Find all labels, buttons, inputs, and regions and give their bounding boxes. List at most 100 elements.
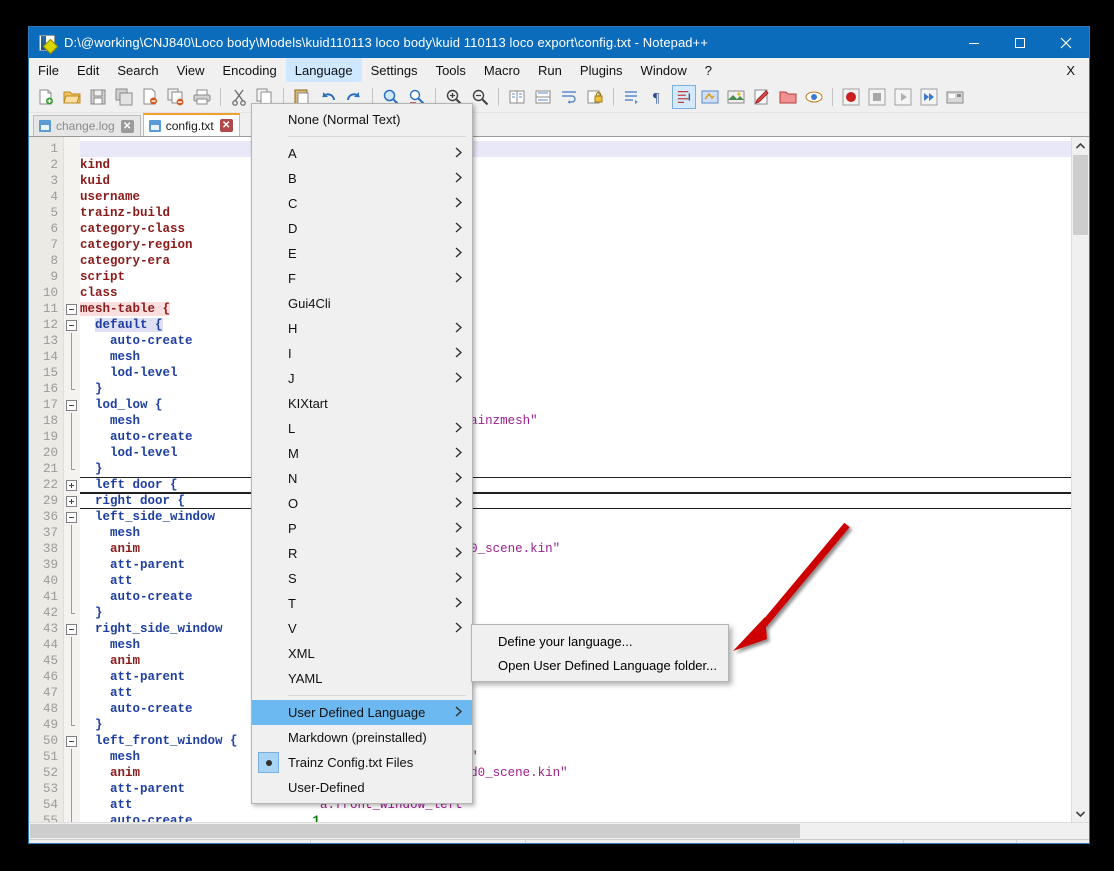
close-document-button[interactable]: X <box>1066 58 1075 82</box>
pilcrow-icon[interactable]: ¶ <box>646 85 670 109</box>
menu-item-p[interactable]: P <box>252 516 472 541</box>
sync-horizontal-icon[interactable] <box>531 85 555 109</box>
editor-horizontal-scrollbar[interactable] <box>29 822 1089 839</box>
fold-cell[interactable] <box>64 493 80 509</box>
menu-item-none-normal-text[interactable]: None (Normal Text) <box>252 107 472 132</box>
lock-icon[interactable] <box>583 85 607 109</box>
submenu-item-define-your-language[interactable]: Define your language... <box>472 629 728 653</box>
menu-item-j[interactable]: J <box>252 366 472 391</box>
fold-margin[interactable] <box>63 137 80 822</box>
macro-record-icon[interactable] <box>839 85 863 109</box>
menu-macro[interactable]: Macro <box>475 58 529 82</box>
tab-change-log[interactable]: change.log ✕ <box>33 115 141 136</box>
indent-guide-icon[interactable] <box>620 85 644 109</box>
scrollbar-thumb[interactable] <box>1073 155 1088 235</box>
macro-stop-icon[interactable] <box>865 85 889 109</box>
menu-window[interactable]: Window <box>632 58 696 82</box>
menu-item-m[interactable]: M <box>252 441 472 466</box>
fold-collapse-icon[interactable] <box>66 512 77 523</box>
menu-item-t[interactable]: T <box>252 591 472 616</box>
macro-play-multi-icon[interactable] <box>917 85 941 109</box>
menu-language[interactable]: Language <box>285 58 362 82</box>
sync-vertical-icon[interactable] <box>505 85 529 109</box>
menu-settings[interactable]: Settings <box>362 58 427 82</box>
fold-cell[interactable] <box>64 317 80 333</box>
menu-plugins[interactable]: Plugins <box>571 58 632 82</box>
fold-cell[interactable] <box>64 397 80 413</box>
open-file-icon[interactable] <box>60 85 84 109</box>
new-file-icon[interactable] <box>34 85 58 109</box>
menu-item-h[interactable]: H <box>252 316 472 341</box>
folder-workspace-icon[interactable] <box>776 85 800 109</box>
scroll-down-icon[interactable] <box>1072 805 1089 822</box>
fold-collapse-icon[interactable] <box>66 736 77 747</box>
scroll-up-icon[interactable] <box>1072 137 1089 154</box>
menu-run[interactable]: Run <box>529 58 571 82</box>
fold-expand-icon[interactable] <box>66 480 77 491</box>
fold-collapse-icon[interactable] <box>66 400 77 411</box>
scrollbar-thumb[interactable] <box>30 824 800 838</box>
macro-play-icon[interactable] <box>891 85 915 109</box>
menu-edit[interactable]: Edit <box>68 58 108 82</box>
function-list-icon[interactable] <box>750 85 774 109</box>
all-chars-icon[interactable] <box>672 85 696 109</box>
menu-help[interactable]: ? <box>696 58 721 82</box>
menu-view[interactable]: View <box>168 58 214 82</box>
close-file-icon[interactable] <box>138 85 162 109</box>
user-language-icon[interactable] <box>698 85 722 109</box>
close-all-icon[interactable] <box>164 85 188 109</box>
fold-cell[interactable] <box>64 733 80 749</box>
menu-item-gui4cli[interactable]: Gui4Cli <box>252 291 472 316</box>
menu-item-d[interactable]: D <box>252 216 472 241</box>
minimize-button[interactable] <box>951 27 997 58</box>
menu-item-o[interactable]: O <box>252 491 472 516</box>
menu-item-n[interactable]: N <box>252 466 472 491</box>
menu-item-v[interactable]: V <box>252 616 472 641</box>
language-menu-dropdown[interactable]: None (Normal Text) A B C D E F Gui4Cli H I J KIXtar… <box>251 103 473 804</box>
save-all-icon[interactable] <box>112 85 136 109</box>
document-map-icon[interactable] <box>724 85 748 109</box>
menu-file[interactable]: File <box>29 58 68 82</box>
fold-cell[interactable] <box>64 477 80 493</box>
tab-close-icon[interactable]: ✕ <box>219 119 233 132</box>
menu-item-r[interactable]: R <box>252 541 472 566</box>
fold-collapse-icon[interactable] <box>66 304 77 315</box>
menu-tools[interactable]: Tools <box>427 58 475 82</box>
fold-collapse-icon[interactable] <box>66 320 77 331</box>
submenu-item-open-user-defined-language-folder[interactable]: Open User Defined Language folder... <box>472 653 728 677</box>
menu-search[interactable]: Search <box>108 58 167 82</box>
menu-item-l[interactable]: L <box>252 416 472 441</box>
fold-expand-icon[interactable] <box>66 496 77 507</box>
print-icon[interactable] <box>190 85 214 109</box>
user-defined-language-submenu[interactable]: Define your language... Open User Defined… <box>471 624 729 682</box>
menu-item-i[interactable]: I <box>252 341 472 366</box>
menu-item-user-defined-language[interactable]: User Defined Language <box>252 700 472 725</box>
editor-vertical-scrollbar[interactable] <box>1071 137 1089 822</box>
menu-item-f[interactable]: F <box>252 266 472 291</box>
menu-item-s[interactable]: S <box>252 566 472 591</box>
fold-collapse-icon[interactable] <box>66 624 77 635</box>
close-button[interactable] <box>1043 27 1089 58</box>
menu-item-yaml[interactable]: YAML <box>252 666 472 691</box>
fold-cell[interactable] <box>64 509 80 525</box>
maximize-button[interactable] <box>997 27 1043 58</box>
menu-item-kixtart[interactable]: KIXtart <box>252 391 472 416</box>
fold-cell[interactable] <box>64 301 80 317</box>
menu-item-a[interactable]: A <box>252 141 472 166</box>
menu-item-xml[interactable]: XML <box>252 641 472 666</box>
menu-encoding[interactable]: Encoding <box>214 58 286 82</box>
menu-item-user-defined[interactable]: User-Defined <box>252 775 472 800</box>
menu-item-e[interactable]: E <box>252 241 472 266</box>
menu-item-b[interactable]: B <box>252 166 472 191</box>
save-icon[interactable] <box>86 85 110 109</box>
fold-cell[interactable] <box>64 621 80 637</box>
menu-item-trainz-config-txt-files[interactable]: Trainz Config.txt Files <box>252 750 472 775</box>
word-wrap-icon[interactable] <box>557 85 581 109</box>
code-text-area[interactable]: kind"traincar"kuid<kuid:186372:110113>us… <box>80 137 1089 822</box>
macro-save-icon[interactable] <box>943 85 967 109</box>
tab-close-icon[interactable]: ✕ <box>120 119 134 133</box>
menu-item-markdown-preinstalled[interactable]: Markdown (preinstalled) <box>252 725 472 750</box>
tab-config-txt[interactable]: config.txt ✕ <box>142 113 240 136</box>
menu-item-c[interactable]: C <box>252 191 472 216</box>
monitoring-eye-icon[interactable] <box>802 85 826 109</box>
